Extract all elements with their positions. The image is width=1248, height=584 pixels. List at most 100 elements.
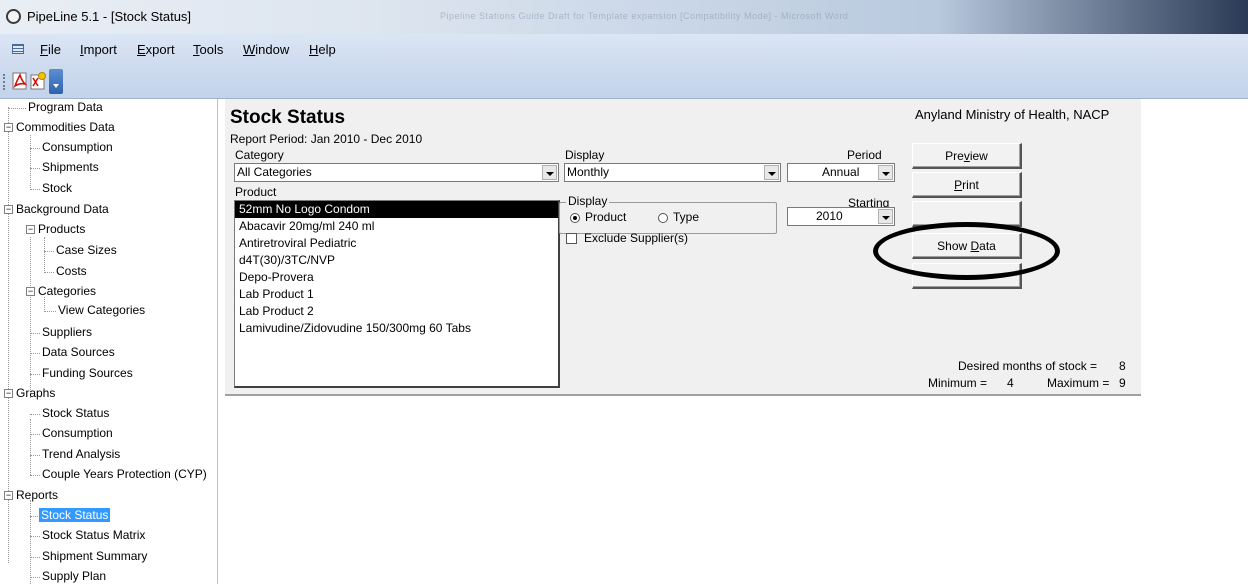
list-item[interactable]: Lab Product 1 <box>235 286 558 303</box>
display-group-label: Display <box>566 194 610 208</box>
tree-report-shipment-summary[interactable]: Shipment Summary <box>42 548 147 565</box>
period-label: Period <box>847 148 882 162</box>
tree-report-stock-status[interactable]: Stock Status <box>39 507 111 524</box>
background-window-title: Pipeline Stations Guide Draft for Templa… <box>440 11 849 21</box>
tree-report-stock-status-matrix[interactable]: Stock Status Matrix <box>42 527 145 544</box>
organization-name: Anyland Ministry of Health, NACP <box>915 107 1110 122</box>
display-value: Monthly <box>567 165 610 179</box>
chevron-down-icon[interactable] <box>878 165 893 180</box>
toolbar <box>0 64 1248 99</box>
tree-program-data[interactable]: Program Data <box>28 99 103 116</box>
tree-graph-consumption[interactable]: Consumption <box>42 425 113 442</box>
tree-line <box>30 148 40 149</box>
title-bar: PipeLine 5.1 - [Stock Status] Pipeline S… <box>0 0 1248 34</box>
preview-button[interactable]: Preview <box>912 143 1022 169</box>
pdf-export-icon[interactable] <box>10 71 30 91</box>
tree-commodities-data[interactable]: Commodities Data <box>16 119 115 136</box>
collapse-icon[interactable]: − <box>4 491 13 500</box>
report-window: Stock Status Report Period: Jan 2010 - D… <box>219 99 1248 584</box>
menu-tools[interactable]: Tools <box>193 42 223 57</box>
window-title: PipeLine 5.1 - [Stock Status] <box>27 9 192 24</box>
tree-line <box>30 577 40 578</box>
tree-line <box>44 237 45 273</box>
menu-bar: File Import Export Tools Window Help <box>0 34 1248 64</box>
period-dropdown[interactable]: Annual <box>787 163 895 182</box>
display-dropdown[interactable]: Monthly <box>564 163 781 182</box>
list-item[interactable]: d4T(30)/3TC/NVP <box>235 252 558 269</box>
report-panel: Stock Status Report Period: Jan 2010 - D… <box>225 99 1141 396</box>
collapse-icon[interactable]: − <box>4 123 13 132</box>
exclude-suppliers-checkbox[interactable] <box>566 233 577 244</box>
tree-line <box>30 414 40 415</box>
list-item[interactable]: Lab Product 2 <box>235 303 558 320</box>
tree-line <box>30 353 40 354</box>
minimum-value: 4 <box>1007 376 1014 390</box>
highlight-annotation <box>873 222 1060 280</box>
navigation-tree: Program Data − Commodities Data Consumpt… <box>0 99 218 584</box>
starting-year-dropdown[interactable]: 2010 <box>787 207 895 226</box>
list-item[interactable]: Lamivudine/Zidovudine 150/300mg 60 Tabs <box>235 320 558 337</box>
toolbar-overflow-icon[interactable] <box>49 69 63 94</box>
collapse-icon[interactable]: − <box>26 225 35 234</box>
tree-suppliers[interactable]: Suppliers <box>42 324 92 341</box>
tree-line <box>30 189 40 190</box>
menu-help[interactable]: Help <box>309 42 336 57</box>
tree-line <box>44 311 56 312</box>
maximum-label: Maximum = <box>1047 376 1110 390</box>
tree-background-data[interactable]: Background Data <box>16 201 109 218</box>
tree-categories[interactable]: Categories <box>38 283 96 300</box>
chevron-down-icon[interactable] <box>878 209 893 224</box>
tree-products[interactable]: Products <box>38 221 85 238</box>
category-value: All Categories <box>237 165 312 179</box>
product-radio-label[interactable]: Product <box>585 210 626 224</box>
menu-window[interactable]: Window <box>243 42 289 57</box>
tree-line <box>30 374 40 375</box>
list-item[interactable]: 52mm No Logo Condom <box>235 201 558 218</box>
tree-funding-sources[interactable]: Funding Sources <box>42 365 133 382</box>
tree-line <box>30 434 40 435</box>
tree-reports[interactable]: Reports <box>16 487 58 504</box>
tree-line <box>30 135 31 190</box>
menu-export[interactable]: Export <box>137 42 175 57</box>
toolbar-grip[interactable] <box>3 74 6 90</box>
tree-line <box>30 455 40 456</box>
tree-graph-stock-status[interactable]: Stock Status <box>42 405 109 422</box>
collapse-icon[interactable]: − <box>4 205 13 214</box>
tree-line <box>44 272 54 273</box>
category-dropdown[interactable]: All Categories <box>234 163 559 182</box>
tree-case-sizes[interactable]: Case Sizes <box>56 242 117 259</box>
menu-import[interactable]: Import <box>80 42 117 57</box>
tree-data-sources[interactable]: Data Sources <box>42 344 115 361</box>
collapse-icon[interactable]: − <box>4 389 13 398</box>
chevron-down-icon[interactable] <box>542 165 557 180</box>
tree-stock[interactable]: Stock <box>42 180 72 197</box>
tree-consumption[interactable]: Consumption <box>42 139 113 156</box>
type-radio-label[interactable]: Type <box>673 210 699 224</box>
chevron-down-icon[interactable] <box>764 165 779 180</box>
tree-graph-cyp[interactable]: Couple Years Protection (CYP) <box>42 466 207 483</box>
tree-line <box>30 557 40 558</box>
mdi-system-menu-icon[interactable] <box>12 44 24 54</box>
tree-view-categories[interactable]: View Categories <box>58 302 145 319</box>
excel-export-icon[interactable] <box>28 71 48 91</box>
tree-line <box>30 168 40 169</box>
collapse-icon[interactable]: − <box>26 287 35 296</box>
tree-graph-trend-analysis[interactable]: Trend Analysis <box>42 446 120 463</box>
list-item[interactable]: Antiretroviral Pediatric <box>235 235 558 252</box>
list-item[interactable]: Depo-Provera <box>235 269 558 286</box>
list-item[interactable]: Abacavir 20mg/ml 240 ml <box>235 218 558 235</box>
product-radio[interactable] <box>570 213 580 223</box>
type-radio[interactable] <box>658 213 668 223</box>
exclude-suppliers-label[interactable]: Exclude Supplier(s) <box>584 231 688 245</box>
tree-graphs[interactable]: Graphs <box>16 385 55 402</box>
desired-months-label: Desired months of stock = <box>958 359 1098 373</box>
tree-line <box>44 251 54 252</box>
display-label: Display <box>565 148 605 162</box>
menu-file[interactable]: File <box>40 42 61 57</box>
tree-costs[interactable]: Costs <box>56 263 87 280</box>
tree-shipments[interactable]: Shipments <box>42 159 99 176</box>
product-listbox[interactable]: 52mm No Logo Condom Abacavir 20mg/ml 240… <box>234 200 560 388</box>
tree-report-supply-plan[interactable]: Supply Plan <box>42 568 106 584</box>
print-button[interactable]: Print <box>912 172 1022 198</box>
tree-line <box>30 419 31 475</box>
